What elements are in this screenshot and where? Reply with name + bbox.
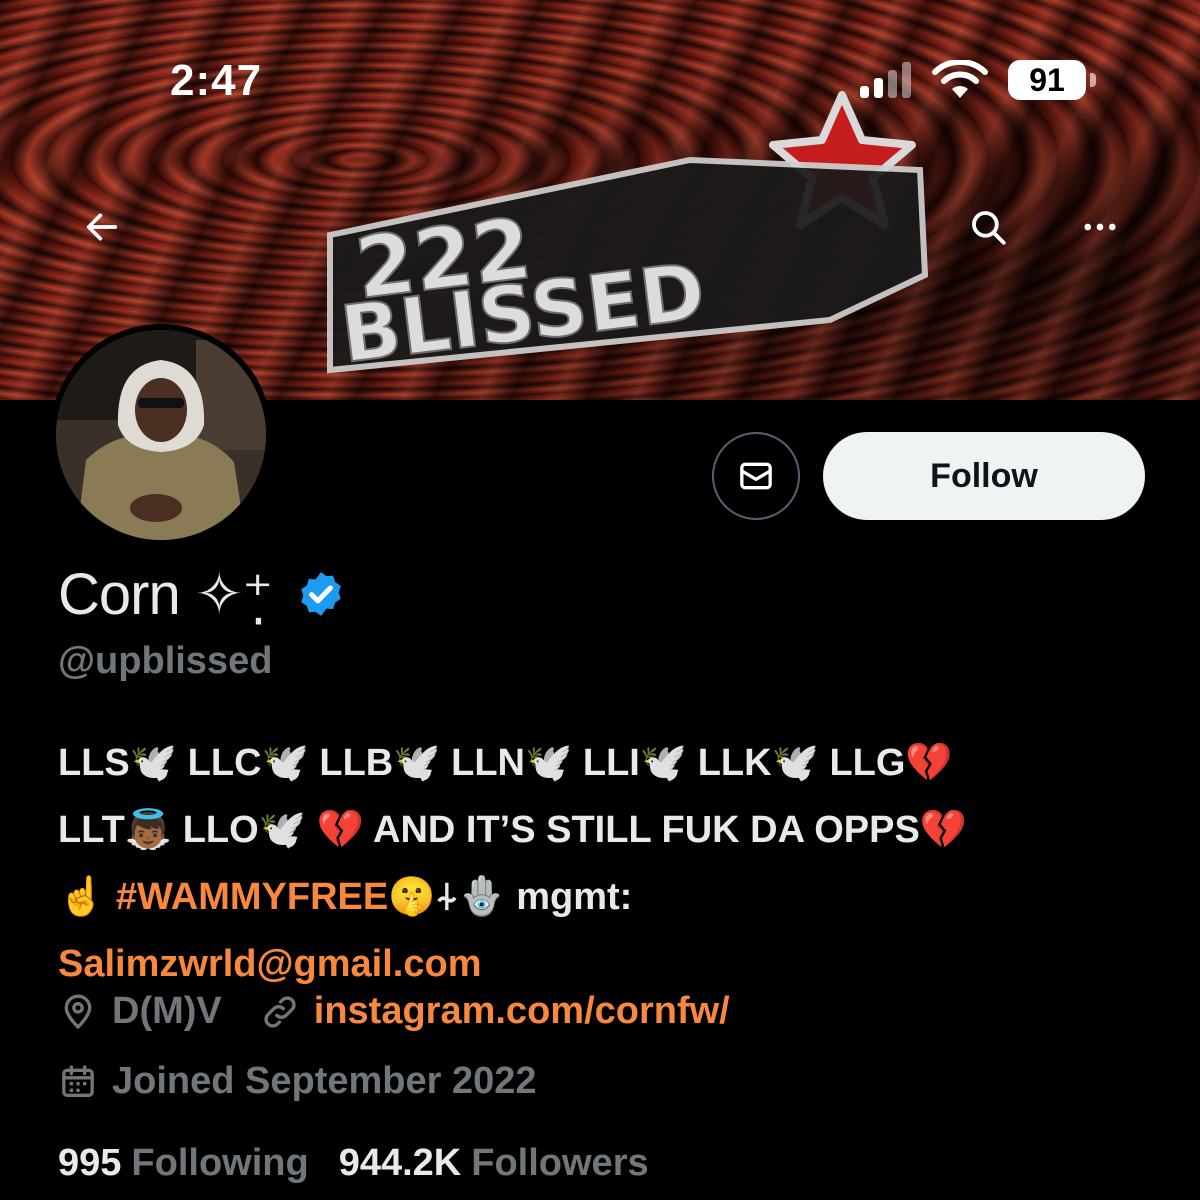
avatar-image	[56, 330, 266, 540]
bio-line: LLT👼🏾 LLO🕊️ 💔 AND IT’S STILL FUK DA OPPS…	[58, 809, 968, 851]
profile-meta: Joined September 2022	[58, 1060, 575, 1103]
following-label: Following	[131, 1142, 309, 1184]
follow-stats: 995 Following 944.2K Followers	[58, 1142, 679, 1185]
display-name: Corn ✧⁺̣	[58, 562, 273, 627]
followers-stat[interactable]: 944.2K Followers	[339, 1142, 649, 1185]
email-link[interactable]: Salimzwrld@gmail.com	[58, 943, 482, 985]
more-options-button[interactable]	[1068, 195, 1132, 259]
battery-indicator: 91	[1008, 60, 1096, 100]
location-pin-icon	[64, 994, 92, 1029]
following-count: 995	[58, 1142, 122, 1184]
profile-name-row: Corn ✧⁺̣	[58, 560, 346, 628]
search-icon	[972, 211, 1006, 245]
location: D(M)V	[58, 990, 222, 1033]
verified-badge-icon[interactable]	[296, 569, 346, 619]
profile-bio: LLS🕊️ LLC🕊️ LLB🕊️ LLN🕊️ LLI🕊️ LLK🕊️ LLG💔…	[58, 730, 1158, 998]
profile-avatar[interactable]	[50, 324, 272, 546]
bio-line: LLS🕊️ LLC🕊️ LLB🕊️ LLN🕊️ LLI🕊️ LLK🕊️ LLG💔	[58, 742, 953, 784]
wifi-icon	[932, 60, 988, 98]
following-stat[interactable]: 995 Following	[58, 1142, 309, 1185]
status-time: 2:47	[170, 56, 263, 105]
joined-text: Joined September 2022	[112, 1060, 537, 1102]
website[interactable]: instagram.com/cornfw/	[260, 990, 730, 1033]
profile-handle: @upblissed	[58, 640, 273, 682]
bio-text: 🤫⍭🪬 mgmt:	[388, 876, 633, 918]
bio-text: ☝️	[58, 876, 116, 918]
bio-line: Salimzwrld@gmail.com	[58, 931, 1158, 998]
follow-button[interactable]: Follow	[823, 432, 1145, 520]
followers-count: 944.2K	[338, 1142, 462, 1184]
calendar-icon	[62, 1064, 94, 1097]
back-button[interactable]	[70, 195, 134, 259]
hashtag-link[interactable]: #WAMMYFREE	[116, 876, 388, 918]
location-text: D(M)V	[112, 990, 222, 1032]
more-horizontal-icon	[1084, 223, 1116, 231]
profile-meta: D(M)V instagram.com/cornfw/	[58, 990, 768, 1033]
envelope-icon	[740, 462, 772, 490]
arrow-left-icon	[86, 213, 118, 241]
website-link[interactable]: instagram.com/cornfw/	[314, 990, 730, 1033]
join-date: Joined September 2022	[58, 1060, 537, 1103]
link-icon	[264, 995, 296, 1028]
search-button[interactable]	[956, 195, 1020, 259]
followers-label: Followers	[471, 1142, 649, 1184]
cellular-signal-icon	[860, 62, 914, 98]
bio-line: ☝️ #WAMMYFREE🤫⍭🪬 mgmt:	[58, 864, 1158, 931]
message-button[interactable]	[712, 432, 800, 520]
